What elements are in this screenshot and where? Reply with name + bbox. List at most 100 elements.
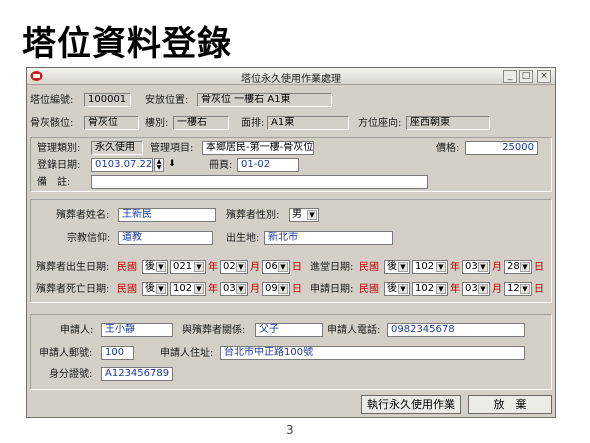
phone-label: 申請人電話:: [327, 325, 381, 336]
calendar-dropdown-icon[interactable]: ⬇: [167, 158, 177, 171]
note-input[interactable]: [91, 175, 428, 189]
apply-year-select[interactable]: 102 ▼: [412, 282, 448, 296]
chevron-down-icon[interactable]: ▼: [194, 284, 204, 294]
chevron-down-icon[interactable]: ▼: [520, 262, 530, 272]
relation-label: 與殯葬者關係:: [182, 325, 246, 336]
application-window: 塔位永久使用作業處理 _ □ × 塔位編號: 100001 安放位置: 骨灰位 …: [26, 67, 556, 418]
page-number: 3: [286, 423, 294, 437]
reg-date-input[interactable]: 0103.07.22: [91, 158, 153, 172]
death-year-select[interactable]: 102 ▼: [170, 282, 206, 296]
death-prefix-value: 後: [145, 283, 155, 294]
birth-year-select[interactable]: 021 ▼: [170, 260, 206, 274]
enter-prefix-value: 後: [387, 261, 397, 272]
enter-date-label: 進堂日期:: [310, 262, 354, 273]
death-date-label: 殯葬者死亡日期:: [36, 284, 110, 295]
book-page-input[interactable]: 01-02: [237, 158, 299, 172]
relation-input[interactable]: 父子: [255, 323, 323, 337]
price-input[interactable]: 25000: [465, 141, 538, 155]
day-unit: 日: [292, 262, 302, 273]
chevron-down-icon[interactable]: ▼: [236, 262, 246, 272]
manage-item-label: 管理項目:: [150, 143, 194, 154]
year-unit: 年: [208, 262, 218, 273]
manage-item-field[interactable]: 本鄉居民-第一樓-骨灰位: [202, 141, 314, 155]
chevron-down-icon[interactable]: ▼: [520, 284, 530, 294]
death-day-select[interactable]: 09 ▼: [262, 282, 290, 296]
book-page-label: 冊頁:: [209, 160, 233, 171]
maximize-button[interactable]: □: [519, 70, 533, 83]
month-unit: 月: [492, 284, 502, 295]
deceased-name-label: 殯葬者姓名:: [56, 210, 110, 221]
spin-down-icon[interactable]: ▼: [157, 164, 162, 171]
enter-year-select[interactable]: 102 ▼: [412, 260, 448, 274]
execute-button[interactable]: 執行永久使用作業: [361, 395, 461, 414]
chevron-down-icon[interactable]: ▼: [307, 210, 317, 220]
chevron-down-icon[interactable]: ▼: [194, 262, 204, 272]
window-title: 塔位永久使用作業處理: [241, 74, 341, 85]
day-unit: 日: [292, 284, 302, 295]
gender-select[interactable]: 男 ▼: [289, 208, 319, 222]
chevron-down-icon[interactable]: ▼: [236, 284, 246, 294]
deceased-name-input[interactable]: 王新民: [118, 208, 216, 222]
birthplace-input[interactable]: 新北市: [264, 231, 393, 245]
applicant-name-label: 申請人:: [60, 325, 94, 336]
reg-date-spinner[interactable]: ▲ ▼: [154, 158, 164, 172]
month-unit: 月: [250, 284, 260, 295]
religion-label: 宗教信仰:: [67, 233, 111, 244]
manage-type-field: 永久使用: [91, 141, 143, 155]
id-input[interactable]: A123456789: [101, 367, 173, 381]
enter-prefix-select[interactable]: 後 ▼: [384, 260, 410, 274]
death-day-value: 09: [265, 283, 278, 294]
birth-day-value: 06: [265, 261, 278, 272]
gender-value: 男: [292, 209, 302, 220]
orientation-field: 座西朝東: [406, 116, 490, 130]
birth-prefix-select[interactable]: 後 ▼: [142, 260, 168, 274]
religion-input[interactable]: 道教: [118, 231, 213, 245]
id-label: 身分證號:: [49, 369, 93, 380]
reg-date-label: 登錄日期:: [37, 160, 81, 171]
close-button[interactable]: ×: [537, 70, 551, 83]
note-label: 備 註:: [37, 177, 71, 188]
birth-era: 民國: [117, 262, 137, 273]
chevron-down-icon[interactable]: ▼: [156, 262, 166, 272]
cancel-button[interactable]: 放 棄: [468, 395, 552, 414]
deceased-gender-label: 殯葬者性別:: [226, 210, 280, 221]
year-unit: 年: [208, 284, 218, 295]
phone-input[interactable]: 0982345678: [387, 323, 525, 337]
chevron-down-icon[interactable]: ▼: [278, 262, 288, 272]
chevron-down-icon[interactable]: ▼: [398, 284, 408, 294]
year-unit: 年: [450, 284, 460, 295]
applicant-name-input[interactable]: 王小靜: [101, 323, 173, 337]
chevron-down-icon[interactable]: ▼: [436, 284, 446, 294]
zip-input[interactable]: 100: [101, 346, 134, 360]
chevron-down-icon[interactable]: ▼: [478, 284, 488, 294]
death-prefix-select[interactable]: 後 ▼: [142, 282, 168, 296]
birth-month-select[interactable]: 02 ▼: [220, 260, 248, 274]
tower-no-label: 塔位編號:: [30, 95, 74, 106]
chevron-down-icon[interactable]: ▼: [436, 262, 446, 272]
enter-year-value: 102: [415, 261, 435, 272]
apply-year-value: 102: [415, 283, 435, 294]
floor-field: 一樓右: [173, 116, 229, 130]
chevron-down-icon[interactable]: ▼: [278, 284, 288, 294]
apply-prefix-value: 後: [387, 283, 397, 294]
tower-no-field: 100001: [84, 93, 131, 107]
death-month-select[interactable]: 03 ▼: [220, 282, 248, 296]
zip-label: 申請人郵號:: [39, 348, 93, 359]
chevron-down-icon[interactable]: ▼: [478, 262, 488, 272]
address-input[interactable]: 台北市中正路100號: [220, 346, 525, 360]
chevron-down-icon[interactable]: ▼: [398, 262, 408, 272]
minimize-button[interactable]: _: [503, 70, 517, 83]
apply-day-select[interactable]: 12 ▼: [504, 282, 532, 296]
location-label: 安放位置:: [145, 95, 189, 106]
birth-day-select[interactable]: 06 ▼: [262, 260, 290, 274]
apply-prefix-select[interactable]: 後 ▼: [384, 282, 410, 296]
chevron-down-icon[interactable]: ▼: [156, 284, 166, 294]
birth-prefix-value: 後: [145, 261, 155, 272]
enter-day-select[interactable]: 28 ▼: [504, 260, 532, 274]
slide-title: 塔位資料登錄: [22, 24, 232, 64]
row-field: A1東: [267, 116, 349, 130]
day-unit: 日: [534, 284, 544, 295]
death-era: 民國: [117, 284, 137, 295]
enter-month-select[interactable]: 03 ▼: [462, 260, 490, 274]
apply-month-select[interactable]: 03 ▼: [462, 282, 490, 296]
